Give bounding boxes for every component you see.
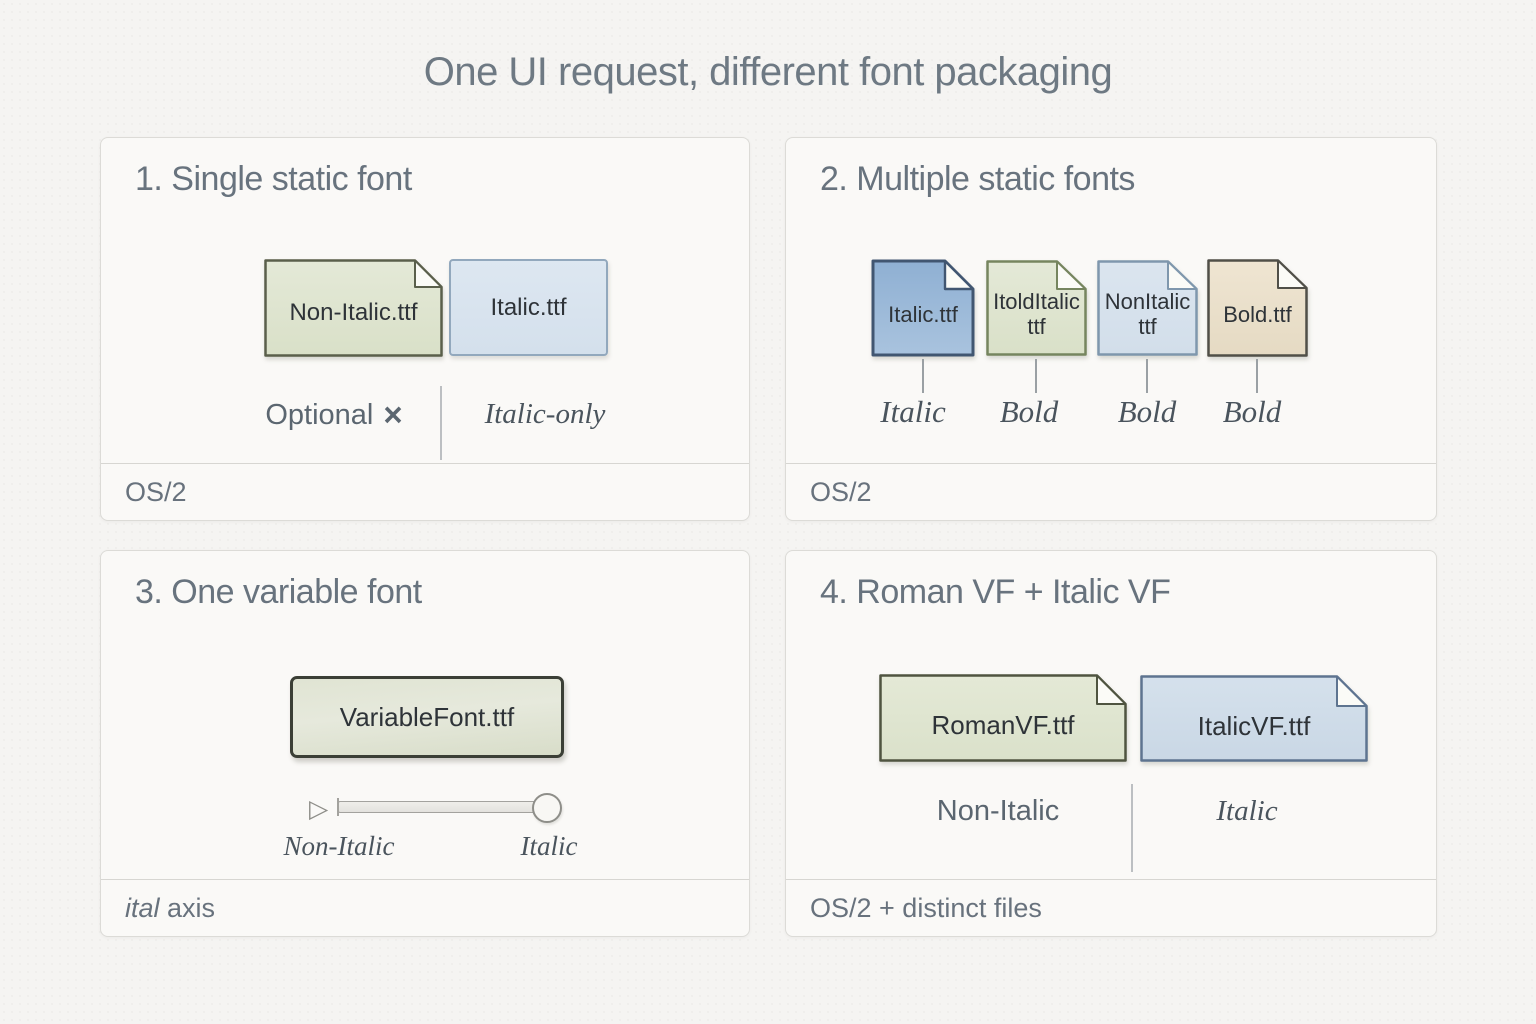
- file-bolditalic-ttf: ItoldItalic ttf: [985, 259, 1088, 357]
- panel-roman-vf-italic-vf: 4. Roman VF + Italic VF RomanVF.ttf Ital…: [785, 550, 1437, 937]
- x-icon: ×: [373, 396, 402, 433]
- file-italic-ttf: Italic.ttf: [870, 258, 976, 358]
- panel2-footer: OS/2: [786, 463, 1436, 520]
- slider-label-non-italic: Non-Italic: [239, 831, 439, 862]
- panel1-heading: 1. Single static font: [135, 160, 412, 199]
- file-label: VariableFont.ttf: [340, 702, 514, 733]
- file-label: Italic.ttf: [490, 294, 566, 322]
- file-non-italic-ttf: Non-Italic.ttf: [263, 258, 444, 358]
- label-italic: Italic: [1147, 795, 1347, 828]
- file-label: Italic.ttf: [888, 289, 958, 328]
- panel1-footer: OS/2: [101, 463, 749, 520]
- footer-axis-label: axis: [160, 893, 216, 923]
- file-label: ItalicVF.ttf: [1198, 696, 1311, 741]
- file-label: RomanVF.ttf: [931, 695, 1074, 740]
- panel3-footer: ital axis: [101, 879, 749, 936]
- file-bold-ttf: Bold.ttf: [1206, 258, 1309, 358]
- panel-single-static-font: 1. Single static font Non-Italic.ttf Ita…: [100, 137, 750, 521]
- file-label: NonItalic ttf: [1096, 276, 1199, 339]
- file-label: Bold.ttf: [1223, 289, 1291, 328]
- caption-optional-label: Optional: [265, 399, 373, 431]
- panel-multiple-static-fonts: 2. Multiple static fonts Italic.ttf Itol…: [785, 137, 1437, 521]
- panel3-heading: 3. One variable font: [135, 573, 422, 612]
- panel4-footer: OS/2 + distinct files: [786, 879, 1436, 936]
- diagram-canvas: One UI request, different font packaging…: [0, 0, 1536, 1024]
- caption-optional: Optional×: [219, 396, 449, 434]
- ital-axis-slider-knob[interactable]: [532, 793, 562, 823]
- panel-one-variable-font: 3. One variable font VariableFont.ttf ▷ …: [100, 550, 750, 937]
- file-label: ItoldItalic ttf: [985, 276, 1088, 339]
- file-italicvf-ttf: ItalicVF.ttf: [1139, 674, 1369, 763]
- connector-line: [1256, 359, 1258, 393]
- page-title: One UI request, different font packaging: [0, 50, 1536, 95]
- style-tag: Bold: [1182, 394, 1322, 430]
- file-label: Non-Italic.ttf: [289, 290, 417, 327]
- footer-ital-label: ital: [125, 893, 160, 923]
- file-nonitalic-ttf: NonItalic ttf: [1096, 259, 1199, 357]
- slider-label-italic: Italic: [449, 831, 649, 862]
- label-non-italic: Non-Italic: [898, 795, 1098, 828]
- ital-axis-slider-track: [338, 801, 548, 813]
- file-romanvf-ttf: RomanVF.ttf: [878, 673, 1128, 763]
- panel2-heading: 2. Multiple static fonts: [820, 160, 1135, 199]
- file-italic-ttf: Italic.ttf: [449, 259, 608, 356]
- file-variablefont-ttf: VariableFont.ttf: [290, 676, 564, 758]
- connector-line: [1146, 359, 1148, 393]
- label-divider: [1131, 784, 1133, 872]
- caption-italic-only: Italic-only: [445, 398, 645, 431]
- panel4-heading: 4. Roman VF + Italic VF: [820, 573, 1170, 612]
- connector-line: [1035, 359, 1037, 393]
- caption-divider: [440, 386, 442, 460]
- play-icon: ▷: [309, 796, 328, 821]
- connector-line: [922, 359, 924, 393]
